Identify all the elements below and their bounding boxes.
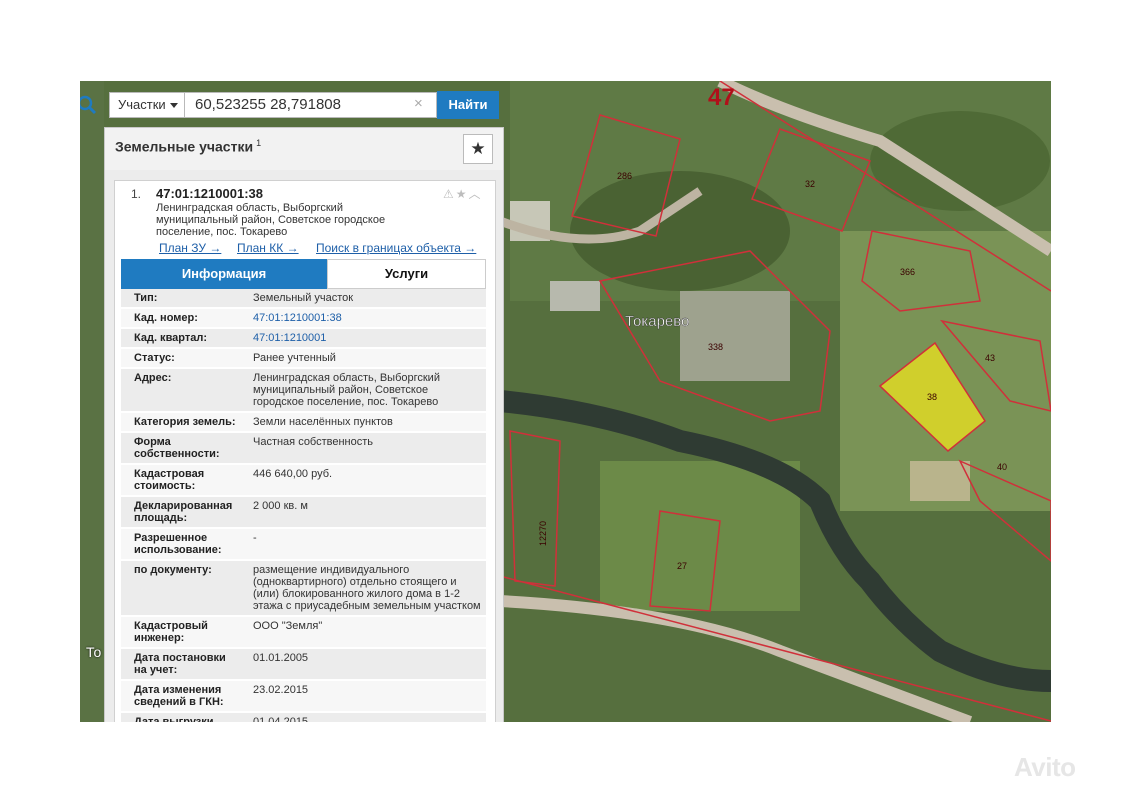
- warning-icon[interactable]: ⚠: [443, 187, 456, 201]
- attr-value: Ленинградская область, Выборгский муници…: [253, 372, 440, 408]
- attr-value: ООО "Земля": [253, 620, 323, 632]
- attr-row-land-category: Категория земель: Земли населённых пункто…: [121, 413, 486, 433]
- chevron-down-icon: [170, 103, 178, 108]
- plan-zu-link[interactable]: План ЗУ →: [159, 241, 221, 255]
- attr-key: Дата изменения сведений в ГКН:: [134, 684, 224, 708]
- attr-row-cad-value: Кадастровая стоимость: 446 640,00 руб.: [121, 465, 486, 497]
- attr-value: 2 000 кв. м: [253, 500, 308, 512]
- attr-row-export-date: Дата выгрузки сведений из ГКН: 01.04.2015: [121, 713, 486, 722]
- attr-row-area: Декларированная площадь: 2 000 кв. м: [121, 497, 486, 529]
- favorite-icon[interactable]: ★: [456, 187, 469, 201]
- favorites-button[interactable]: ★: [463, 134, 493, 164]
- attr-value: Земли населённых пунктов: [253, 416, 393, 428]
- object-type-label: Участки: [118, 97, 166, 112]
- map-building: [550, 281, 600, 311]
- attr-row-engineer: Кадастровый инженер: ООО "Земля": [121, 617, 486, 649]
- map-building: [680, 291, 790, 381]
- plot-label: 366: [900, 267, 915, 277]
- clear-icon[interactable]: ×: [414, 95, 423, 112]
- results-panel: Земельные участки 1 ★ 1. 47:01:1210001:38…: [104, 127, 504, 722]
- attr-key: Декларированная площадь:: [134, 500, 233, 524]
- village-label: Токарево: [625, 313, 689, 330]
- avito-watermark: Avito: [1014, 752, 1076, 782]
- attributes-table: Тип: Земельный участок Кад. номер: 47:01:1…: [121, 289, 486, 722]
- attr-key: Кадастровый инженер:: [134, 620, 208, 644]
- map-clearing: [910, 461, 970, 501]
- plot-label: 27: [677, 561, 687, 571]
- result-card: 1. 47:01:1210001:38 Ленинградская област…: [114, 180, 496, 722]
- map-gardens: [600, 461, 800, 611]
- attr-value-link[interactable]: 47:01:1210001: [241, 329, 486, 347]
- attr-row-by-document: по документу: размещение индивидуального …: [121, 561, 486, 617]
- attr-key: Тип:: [134, 292, 158, 304]
- star-icon: ★: [470, 139, 486, 158]
- attr-key: Дата постановки на учет:: [134, 652, 226, 676]
- tab-info[interactable]: Информация: [121, 259, 327, 289]
- plot-label: 40: [997, 462, 1007, 472]
- attr-row-cad-number: Кад. номер: 47:01:1210001:38: [121, 309, 486, 329]
- panel-title: Земельные участки 1: [115, 138, 261, 155]
- attr-value: 23.02.2015: [253, 684, 309, 696]
- find-button[interactable]: Найти: [437, 91, 499, 119]
- attr-key: Дата выгрузки сведений из ГКН:: [134, 716, 214, 722]
- plot-label: 38: [927, 392, 937, 402]
- attr-row-status: Статус: Ранее учтенный: [121, 349, 486, 369]
- result-index: 1.: [131, 187, 142, 201]
- attr-value: Ранее учтенный: [253, 352, 336, 364]
- cadastral-number[interactable]: 47:01:1210001:38: [156, 186, 263, 201]
- attr-key: Кад. квартал:: [134, 332, 208, 344]
- search-input[interactable]: 60,523255 28,791808: [185, 92, 437, 118]
- attr-row-registration-date: Дата постановки на учет: 01.01.2005: [121, 649, 486, 681]
- attr-key: Форма собственности:: [134, 436, 220, 460]
- attr-row-change-date: Дата изменения сведений в ГКН: 23.02.2015: [121, 681, 486, 713]
- plot-label: 32: [805, 179, 815, 189]
- attr-key: Кад. номер:: [134, 312, 198, 324]
- attr-value: размещение индивидуального (одноквартирн…: [253, 564, 481, 612]
- attr-value-link[interactable]: 47:01:1210001:38: [241, 309, 486, 327]
- map-partial-label: То: [86, 644, 102, 660]
- attr-key: Статус:: [134, 352, 175, 364]
- result-address: Ленинградская область, Выборгский муници…: [156, 202, 386, 238]
- attr-value: 01.04.2015: [253, 716, 309, 722]
- plot-label: 286: [617, 171, 632, 181]
- attr-key: по документу:: [134, 564, 212, 576]
- plot-label: 43: [985, 353, 995, 363]
- attr-value: 01.01.2005: [253, 652, 309, 664]
- panel-title-text: Земельные участки: [115, 138, 254, 155]
- search-bar: Участки 60,523255 28,791808 × Найти: [80, 90, 502, 120]
- plan-kk-link[interactable]: План КК →: [237, 241, 299, 255]
- attr-row-ownership: Форма собственности: Частная собственност…: [121, 433, 486, 465]
- attr-value: 446 640,00 руб.: [253, 468, 333, 480]
- search-in-bounds-link[interactable]: Поиск в границах объекта →: [316, 241, 476, 255]
- map-forest: [570, 171, 790, 291]
- search-icon[interactable]: [80, 94, 98, 116]
- attr-value: -: [253, 532, 257, 544]
- attr-row-type: Тип: Земельный участок: [121, 289, 486, 309]
- attr-key: Категория земель:: [134, 416, 236, 428]
- attr-value: Земельный участок: [253, 292, 354, 304]
- plot-label: 12270: [538, 521, 548, 546]
- attr-row-cad-quarter: Кад. квартал: 47:01:1210001: [121, 329, 486, 349]
- card-actions: ⚠★︿: [443, 185, 483, 202]
- attr-key: Адрес:: [134, 372, 172, 384]
- object-type-select[interactable]: Участки: [109, 92, 185, 118]
- attr-key: Разрешенное использование:: [134, 532, 222, 556]
- attr-row-address: Адрес: Ленинградская область, Выборгский …: [121, 369, 486, 413]
- panel-header: Земельные участки 1 ★: [105, 128, 503, 170]
- collapse-icon[interactable]: ︿: [469, 187, 483, 201]
- region-label: 47: [708, 84, 735, 111]
- plot-label: 338: [708, 342, 723, 352]
- attr-row-permitted-use: Разрешенное использование: -: [121, 529, 486, 561]
- tab-services[interactable]: Услуги: [327, 259, 486, 289]
- cadastral-map-app: 286 32 366 338 43 38 40 12270 27 Токарев…: [80, 81, 1051, 722]
- attr-key: Кадастровая стоимость:: [134, 468, 205, 492]
- map-left-edge: [80, 81, 104, 722]
- results-count: 1: [256, 138, 262, 148]
- attr-value: Частная собственность: [253, 436, 374, 448]
